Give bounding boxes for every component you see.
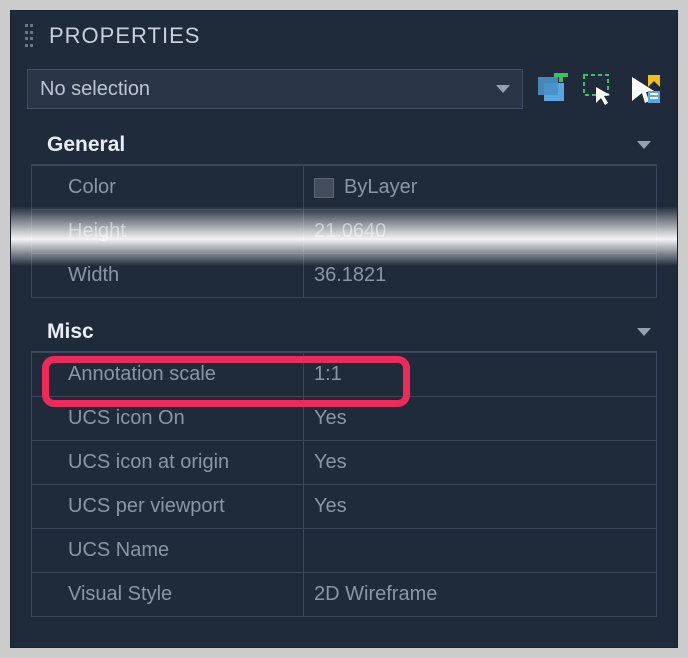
section-misc: Misc Annotation scale 1:1 UCS icon On Ye… <box>31 312 657 617</box>
property-value: 2D Wireframe <box>304 573 656 616</box>
property-label: UCS icon at origin <box>32 441 304 484</box>
section-general: General Color ByLayer Height 21.0640 Wid… <box>31 125 657 298</box>
property-label: UCS per viewport <box>32 485 304 528</box>
section-header-general[interactable]: General <box>31 125 657 165</box>
drag-grip-icon[interactable] <box>25 24 35 48</box>
property-label: Visual Style <box>32 573 304 616</box>
select-objects-icon[interactable] <box>581 72 615 106</box>
property-label: Width <box>32 254 304 297</box>
toggle-pickadd-icon[interactable] <box>535 72 569 106</box>
property-label: UCS icon On <box>32 397 304 440</box>
section-title: General <box>47 133 125 157</box>
panel-title: PROPERTIES <box>49 23 200 49</box>
chevron-down-icon <box>637 328 651 336</box>
property-row-visual-style[interactable]: Visual Style 2D Wireframe <box>32 572 656 616</box>
property-label: Color <box>32 166 304 209</box>
property-row-ucs-icon-on[interactable]: UCS icon On Yes <box>32 396 656 440</box>
section-title: Misc <box>47 320 94 344</box>
section-header-misc[interactable]: Misc <box>31 312 657 352</box>
property-value: ByLayer <box>304 166 656 209</box>
property-value-text: ByLayer <box>344 176 417 199</box>
property-row-ucs-per-viewport[interactable]: UCS per viewport Yes <box>32 484 656 528</box>
property-value: 1:1 <box>304 353 656 396</box>
property-label: UCS Name <box>32 529 304 572</box>
property-value: Yes <box>304 441 656 484</box>
quick-select-icon[interactable] <box>627 72 661 106</box>
chevron-down-icon <box>496 85 510 93</box>
selector-value: No selection <box>40 78 150 101</box>
object-type-selector[interactable]: No selection <box>27 69 523 109</box>
property-row-color[interactable]: Color ByLayer <box>32 165 656 209</box>
property-row-width[interactable]: Width 36.1821 <box>32 253 656 297</box>
section-rows: Annotation scale 1:1 UCS icon On Yes UCS… <box>31 352 657 617</box>
property-label: Height <box>32 210 304 253</box>
property-value <box>304 529 656 572</box>
panel-header: PROPERTIES <box>11 11 677 61</box>
chevron-down-icon <box>637 141 651 149</box>
property-row-ucs-icon-origin[interactable]: UCS icon at origin Yes <box>32 440 656 484</box>
property-row-ucs-name[interactable]: UCS Name <box>32 528 656 572</box>
property-value: Yes <box>304 485 656 528</box>
section-rows: Color ByLayer Height 21.0640 Width 36.18… <box>31 165 657 298</box>
property-value: 36.1821 <box>304 254 656 297</box>
selector-row: No selection <box>11 61 677 125</box>
property-label: Annotation scale <box>32 353 304 396</box>
color-swatch-icon <box>314 178 334 198</box>
properties-panel: PROPERTIES No selection <box>10 10 678 648</box>
property-value: Yes <box>304 397 656 440</box>
property-row-height[interactable]: Height 21.0640 <box>32 209 656 253</box>
property-value: 21.0640 <box>304 210 656 253</box>
property-row-annotation-scale[interactable]: Annotation scale 1:1 <box>32 352 656 396</box>
